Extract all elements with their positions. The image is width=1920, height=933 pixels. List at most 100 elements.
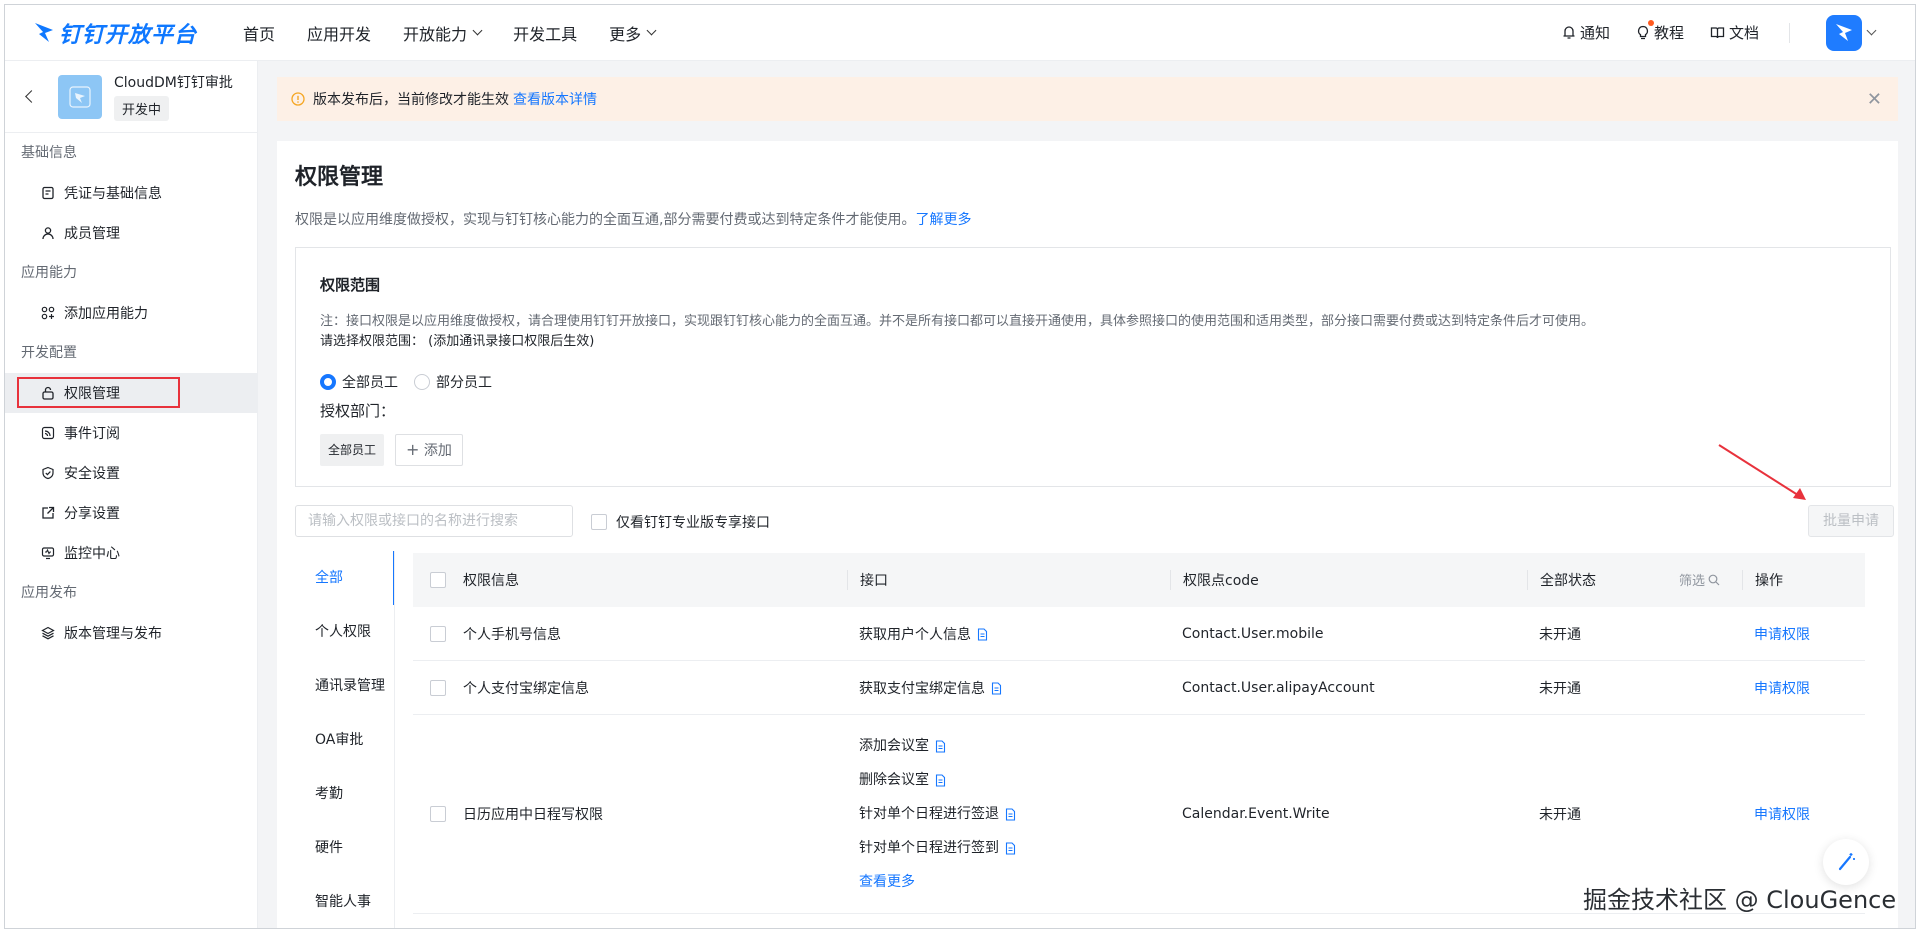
sidebar-item-label: 成员管理 [64,226,120,242]
app-logo-icon [69,85,91,108]
api-link[interactable]: 添加会议室 [859,738,929,754]
row-api: 获取用户个人信息 [847,624,1170,644]
notify-button[interactable]: 通知 [1562,22,1610,43]
category-personal[interactable]: 个人权限 [295,605,395,659]
row-info: 个人手机号信息 [463,626,561,643]
ai-assistant-button[interactable] [1823,839,1869,885]
select-all-checkbox[interactable] [430,572,446,588]
user-avatar[interactable] [1826,14,1862,51]
scope-title: 权限范围 [320,276,381,294]
sidebar-item-credentials[interactable]: 凭证与基础信息 [5,173,257,213]
app-name: CloudDM钉钉审批 [114,75,233,91]
sidebar-item-label: 添加应用能力 [64,306,148,322]
docs-button[interactable]: 文档 [1710,22,1759,43]
nav-home[interactable]: 首页 [243,21,275,45]
search-icon [1708,574,1720,585]
radio-all-employees-label[interactable]: 全部员工 [342,372,398,392]
api-link[interactable]: 删除会议室 [859,772,929,788]
apply-permission-link[interactable]: 申请权限 [1742,678,1865,698]
magic-wand-icon [1838,853,1855,871]
sidebar-item-monitor[interactable]: 监控中心 [5,533,257,573]
row-api-list: 添加会议室 删除会议室 针对单个日程进行签退 针对单个日程进行签到 查看更多 [847,715,1170,913]
learn-more-link[interactable]: 了解更多 [915,212,971,228]
doc-icon[interactable] [1005,807,1016,821]
radio-all-employees[interactable] [320,374,336,390]
add-dept-button[interactable]: + 添加 [395,434,463,466]
nav-dev-tools[interactable]: 开发工具 [513,21,577,45]
add-dept-label: 添加 [423,443,452,459]
page-description-text: 权限是以应用维度做授权，实现与钉钉核心能力的全面互通,部分需要付费或达到特定条件… [295,212,916,228]
category-hardware[interactable]: 硬件 [295,821,395,875]
radio-some-employees[interactable] [414,374,430,390]
sidebar-item-permissions[interactable]: 权限管理 [5,373,257,413]
brand-name: 钉钉开放平台 [59,22,198,48]
batch-apply-button[interactable]: 批量申请 [1808,505,1894,537]
apply-permission-link[interactable]: 申请权限 [1742,804,1865,824]
header-status: 全部状态 筛选 [1527,570,1742,590]
apply-permission-link[interactable]: 申请权限 [1742,624,1865,644]
nav-more[interactable]: 更多 [609,21,657,45]
brand-logo[interactable]: 钉钉开放平台 [33,17,197,49]
sidebar-item-add-capability[interactable]: 添加应用能力 [5,293,257,333]
category-contacts[interactable]: 通讯录管理 [295,659,395,713]
notice-banner: 版本发布后，当前修改才能生效 查看版本详情 ✕ [277,77,1898,121]
only-pro-filter[interactable]: 仅看钉钉专业版专享接口 [591,512,770,532]
only-pro-label: 仅看钉钉专业版专享接口 [616,515,770,531]
main-panel: 权限管理 权限是以应用维度做授权，实现与钉钉核心能力的全面互通,部分需要付费或达… [277,141,1898,928]
annotation-highlight-box [17,377,180,408]
doc-icon[interactable] [977,628,988,641]
doc-icon[interactable] [991,682,1002,695]
permission-scope-card: 权限范围 注：接口权限是以应用维度做授权，请合理使用钉钉开放接口，实现跟钉钉核心… [295,247,1891,487]
sidebar-item-versions[interactable]: 版本管理与发布 [5,613,257,653]
scope-note: 注：接口权限是以应用维度做授权，请合理使用钉钉开放接口，实现跟钉钉核心能力的全面… [320,314,1595,329]
status-filter-button[interactable]: 筛选 [1679,570,1720,589]
close-icon[interactable]: ✕ [1867,89,1882,110]
nav-app-dev[interactable]: 应用开发 [307,21,371,45]
scope-select-label: 请选择权限范围： (添加通讯录接口权限后生效) [320,334,595,349]
chevron-down-icon [646,25,657,36]
category-all[interactable]: 全部 [295,551,395,605]
sidebar-item-events[interactable]: 事件订阅 [5,413,257,453]
api-link[interactable]: 获取用户个人信息 [859,627,971,643]
row-checkbox[interactable] [430,625,446,642]
app-window: 钉钉开放平台 首页 应用开发 开放能力 开发工具 更多 通知 教程 文档 Clo… [4,4,1916,929]
category-attendance[interactable]: 考勤 [295,767,395,821]
api-link[interactable]: 针对单个日程进行签到 [859,840,999,856]
permission-search-input[interactable]: 请输入权限或接口的名称进行搜索 [295,505,573,537]
dingtalk-logo-icon [35,22,53,42]
avatar-chevron-down-icon[interactable] [1866,25,1877,36]
doc-icon[interactable] [935,773,946,787]
sidebar-item-members[interactable]: 成员管理 [5,213,257,253]
table-header: 权限信息 接口 权限点code 全部状态 筛选 操作 [413,553,1865,607]
view-version-details-link[interactable]: 查看版本详情 [513,89,597,109]
divider [1789,22,1790,43]
sidebar-group-release: 应用发布 [21,585,77,601]
radio-some-employees-label[interactable]: 部分员工 [436,372,492,392]
banner-text: 版本发布后，当前修改才能生效 [313,92,509,108]
row-checkbox[interactable] [430,806,446,822]
api-link[interactable]: 获取支付宝绑定信息 [859,681,985,697]
category-oa-approval[interactable]: OA审批 [295,713,395,767]
view-more-link[interactable]: 查看更多 [859,865,1170,899]
sidebar-group-capability: 应用能力 [21,265,77,281]
doc-icon[interactable] [935,739,946,753]
only-pro-checkbox[interactable] [591,514,607,530]
back-arrow-icon[interactable] [25,90,38,103]
api-link[interactable]: 针对单个日程进行签退 [859,806,999,822]
row-checkbox[interactable] [430,679,446,696]
doc-icon[interactable] [1005,841,1016,855]
top-nav-bar: 钉钉开放平台 首页 应用开发 开放能力 开发工具 更多 通知 教程 文档 [5,5,1915,61]
row-api: 获取支付宝绑定信息 [847,678,1170,698]
sidebar-item-share[interactable]: 分享设置 [5,493,257,533]
nav-open-capability[interactable]: 开放能力 [403,21,483,45]
user-icon [42,227,54,240]
category-smart-hr[interactable]: 智能人事 [295,875,395,928]
sidebar-item-security[interactable]: 安全设置 [5,453,257,493]
sidebar-item-label: 监控中心 [64,546,120,562]
layers-icon [41,626,55,640]
row-info: 个人支付宝绑定信息 [463,680,589,697]
tutorial-button[interactable]: 教程 [1636,20,1684,43]
header-code: 权限点code [1170,570,1527,590]
nav-open-capability-label: 开放能力 [403,24,468,44]
monitor-icon [41,547,55,560]
